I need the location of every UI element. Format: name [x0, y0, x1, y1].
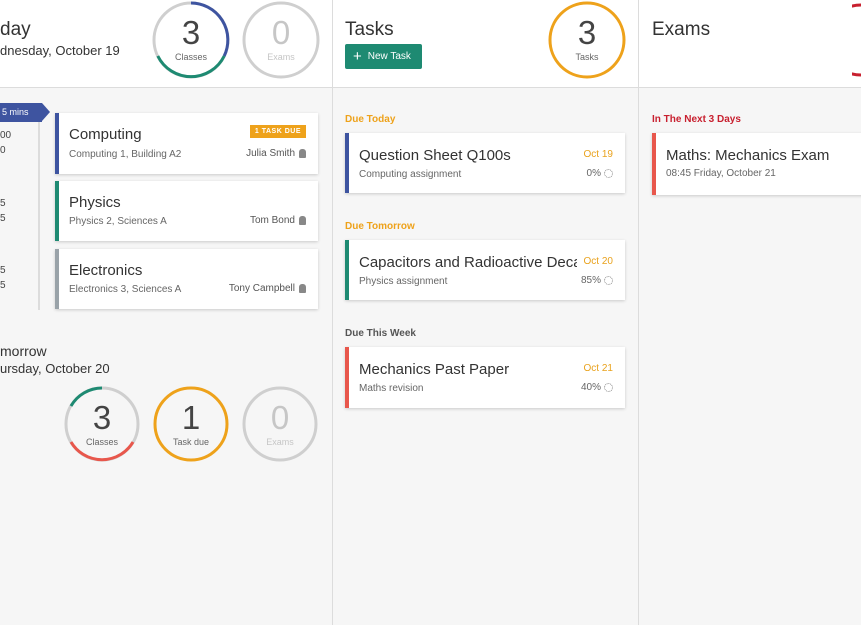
- header-bar: [0, 0, 861, 88]
- teacher-icon: [299, 216, 306, 225]
- column-divider: [332, 0, 333, 625]
- progress-spinner-icon: [604, 276, 613, 285]
- progress-spinner-icon: [604, 169, 613, 178]
- task-subject: Maths revision: [359, 383, 424, 394]
- ring-label: Classes: [85, 437, 118, 447]
- time-label: 5: [0, 265, 6, 276]
- task-card[interactable]: Capacitors and Radioactive Decay Physics…: [345, 240, 625, 300]
- task-title: Mechanics Past Paper: [359, 361, 510, 378]
- time-label: 5: [0, 213, 6, 224]
- exams-count-ring[interactable]: [852, 0, 861, 80]
- teacher-name: Julia Smith: [246, 148, 295, 159]
- tomorrow-exams-ring[interactable]: 0 Exams: [241, 385, 319, 463]
- class-teacher: Tom Bond: [250, 215, 306, 226]
- section-next-3-days: In The Next 3 Days: [652, 114, 741, 125]
- class-card-electronics[interactable]: Electronics Electronics 3, Sciences A To…: [55, 249, 318, 309]
- task-subject: Physics assignment: [359, 276, 448, 287]
- column-divider: [638, 0, 639, 625]
- tomorrow-title: morrow: [0, 343, 47, 359]
- teacher-name: Tony Campbell: [228, 283, 295, 294]
- today-classes-ring[interactable]: 3 Classes: [151, 0, 231, 80]
- tasks-title: Tasks: [345, 19, 394, 40]
- class-teacher: Tony Campbell: [229, 283, 306, 294]
- progress-spinner-icon: [604, 383, 613, 392]
- class-name: Computing: [69, 126, 142, 143]
- ring-label: Task due: [172, 437, 210, 447]
- time-label: 5: [0, 280, 6, 291]
- class-teacher: Julia Smith: [246, 148, 306, 159]
- class-name: Electronics: [69, 262, 143, 279]
- tomorrow-tasks-ring[interactable]: 1 Task due: [152, 385, 230, 463]
- task-progress: 0%: [587, 168, 613, 179]
- task-card[interactable]: Question Sheet Q100s Computing assignmen…: [345, 133, 625, 193]
- task-title: Question Sheet Q100s: [359, 147, 511, 164]
- new-task-label: New Task: [367, 51, 411, 62]
- time-label: 00: [0, 130, 12, 141]
- exam-when: 08:45 Friday, October 21: [666, 168, 776, 179]
- task-due-date: Oct 20: [579, 256, 613, 267]
- tomorrow-classes-ring[interactable]: 3 Classes: [63, 385, 141, 463]
- task-title: Capacitors and Radioactive Decay: [359, 254, 577, 271]
- task-progress: 40%: [581, 382, 613, 393]
- task-card[interactable]: Mechanics Past Paper Maths revision Oct …: [345, 347, 625, 408]
- ring-value: 1: [181, 399, 201, 436]
- tasks-count-ring[interactable]: 3 Tasks: [547, 0, 627, 80]
- class-card-computing[interactable]: Computing Computing 1, Building A2 1 TAS…: [55, 113, 318, 174]
- class-location: Electronics 3, Sciences A: [69, 284, 182, 295]
- today-date: dnesday, October 19: [0, 43, 120, 58]
- teacher-name: Tom Bond: [249, 215, 295, 226]
- timeline: [38, 122, 40, 310]
- ring-label: Classes: [174, 52, 207, 62]
- ring-value: 0: [270, 399, 290, 436]
- today-exams-ring[interactable]: 0 Exams: [241, 0, 321, 80]
- today-title: day: [0, 19, 31, 40]
- progress-value: 85%: [580, 275, 601, 286]
- new-task-button[interactable]: + New Task: [345, 44, 422, 69]
- exams-title: Exams: [652, 19, 711, 40]
- teacher-icon: [299, 284, 306, 293]
- section-due-today: Due Today: [345, 114, 396, 125]
- exam-card[interactable]: Maths: Mechanics Exam 08:45 Friday, Octo…: [652, 133, 861, 195]
- countdown-tag: 5 mins: [0, 103, 42, 122]
- ring-value: 3: [181, 14, 201, 51]
- time-label: 5: [0, 198, 6, 209]
- arrow-tag-icon: [42, 103, 50, 121]
- class-name: Physics: [69, 194, 121, 211]
- ring-label: Exams: [267, 52, 295, 62]
- ring-value: 3: [92, 399, 112, 436]
- task-subject: Computing assignment: [359, 169, 462, 180]
- section-due-this-week: Due This Week: [345, 328, 416, 339]
- tomorrow-date: ursday, October 20: [0, 361, 110, 376]
- exam-title: Maths: Mechanics Exam: [666, 147, 830, 164]
- task-due-badge: 1 TASK DUE: [249, 125, 306, 138]
- section-due-tomorrow: Due Tomorrow: [345, 221, 415, 232]
- plus-icon: +: [353, 48, 362, 65]
- task-due-date: Oct 19: [583, 149, 613, 160]
- class-card-physics[interactable]: Physics Physics 2, Sciences A Tom Bond: [55, 181, 318, 241]
- ring-value: 3: [577, 14, 597, 51]
- progress-value: 0%: [586, 168, 601, 179]
- progress-value: 40%: [580, 382, 601, 393]
- ring-label: Exams: [266, 437, 294, 447]
- ring-value: 0: [271, 14, 291, 51]
- task-due-date: Oct 21: [583, 363, 613, 374]
- class-location: Computing 1, Building A2: [69, 149, 182, 160]
- task-progress: 85%: [581, 275, 613, 286]
- class-location: Physics 2, Sciences A: [69, 216, 167, 227]
- ring-label: Tasks: [575, 52, 599, 62]
- teacher-icon: [299, 149, 306, 158]
- time-label: 0: [0, 145, 6, 156]
